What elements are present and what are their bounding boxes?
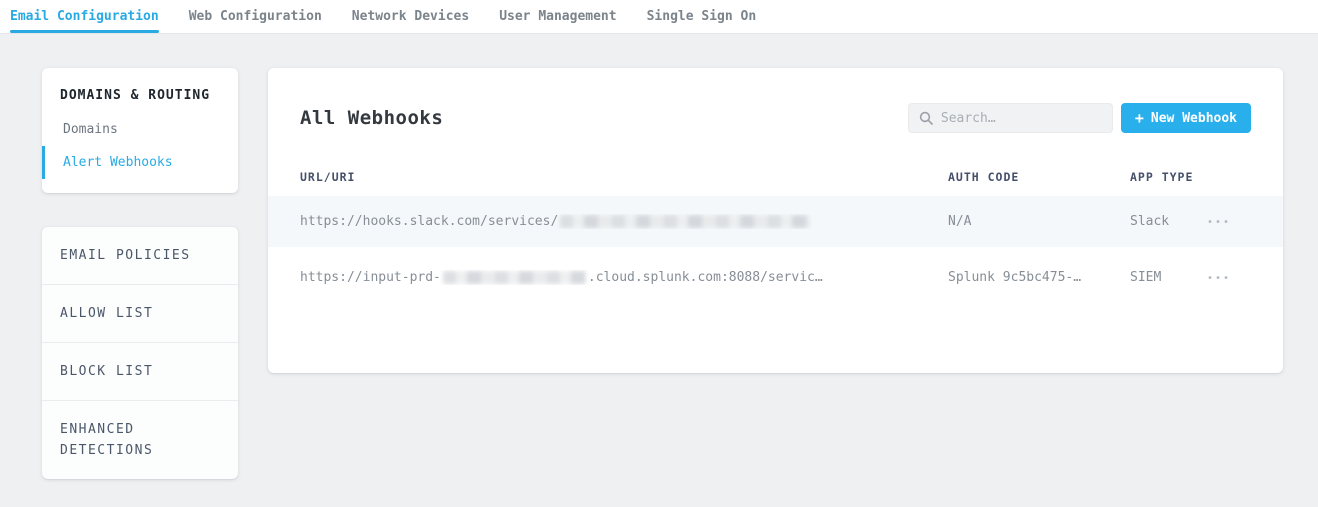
url-cell: https://input-prd- .cloud.splunk.com:808…: [300, 270, 948, 285]
column-header-app-type: APP TYPE: [1130, 170, 1207, 184]
url-prefix: https://hooks.slack.com/services/: [300, 214, 558, 229]
url-cell: https://hooks.slack.com/services/: [300, 214, 948, 229]
sidebar-item-enhanced-detections[interactable]: ENHANCED DETECTIONS: [42, 400, 238, 479]
redacted-url-segment: [443, 271, 586, 284]
webhooks-header: All Webhooks + New Webhook: [268, 103, 1283, 133]
search-box[interactable]: [908, 103, 1113, 133]
sidebar-item-domains[interactable]: Domains: [42, 113, 238, 146]
search-icon: [919, 111, 933, 125]
sidebar-item-alert-webhooks[interactable]: Alert Webhooks: [42, 146, 238, 179]
page-title: All Webhooks: [300, 103, 443, 133]
sidebar-item-allow-list[interactable]: ALLOW LIST: [42, 284, 238, 342]
column-header-auth-code: AUTH CODE: [948, 170, 1130, 184]
sidebar-item-block-list[interactable]: BLOCK LIST: [42, 342, 238, 400]
tab-network-devices[interactable]: Network Devices: [352, 0, 469, 33]
ellipsis-menu-icon[interactable]: •••: [1207, 273, 1231, 284]
row-menu-cell: •••: [1207, 270, 1251, 285]
url-suffix: .cloud.splunk.com:8088/servic…: [588, 270, 823, 285]
new-webhook-label: New Webhook: [1151, 111, 1237, 126]
sidebar-item-label: BLOCK LIST: [60, 364, 153, 379]
top-nav: Email Configuration Web Configuration Ne…: [0, 0, 1318, 34]
tab-label: Web Configuration: [189, 9, 322, 24]
table-row-splunk-webhook[interactable]: https://input-prd- .cloud.splunk.com:808…: [268, 247, 1283, 307]
tab-single-sign-on[interactable]: Single Sign On: [647, 0, 757, 33]
tab-user-management[interactable]: User Management: [499, 0, 616, 33]
domains-routing-card: DOMAINS & ROUTING Domains Alert Webhooks: [42, 68, 238, 193]
sidebar-item-email-policies[interactable]: EMAIL POLICIES: [42, 227, 238, 284]
auth-code-cell: N/A: [948, 214, 1130, 229]
app-type-cell: SIEM: [1130, 270, 1207, 285]
redacted-url-segment: [560, 215, 810, 228]
sidebar-item-label: Alert Webhooks: [63, 155, 173, 170]
tab-email-configuration[interactable]: Email Configuration: [10, 0, 159, 33]
sidebar-item-label: ALLOW LIST: [60, 306, 153, 321]
tab-label: Email Configuration: [10, 9, 159, 24]
auth-code-cell: Splunk 9c5bc475-…: [948, 270, 1130, 285]
page: Email Configuration Web Configuration Ne…: [0, 0, 1318, 507]
sidebar-item-label: ENHANCED DETECTIONS: [60, 422, 153, 458]
webhooks-card: All Webhooks + New Webhook URL/URI A: [268, 68, 1283, 373]
sidebar-item-label: EMAIL POLICIES: [60, 248, 191, 263]
plus-icon: +: [1135, 111, 1144, 126]
new-webhook-button[interactable]: + New Webhook: [1121, 103, 1251, 133]
table-header-row: URL/URI AUTH CODE APP TYPE: [268, 168, 1283, 186]
tab-label: Single Sign On: [647, 9, 757, 24]
table-row-slack-webhook[interactable]: https://hooks.slack.com/services/ N/A Sl…: [268, 196, 1283, 247]
webhooks-table: URL/URI AUTH CODE APP TYPE https://hooks…: [268, 168, 1283, 307]
column-header-url-uri: URL/URI: [300, 170, 948, 184]
row-menu-cell: •••: [1207, 214, 1251, 229]
ellipsis-menu-icon[interactable]: •••: [1207, 217, 1231, 228]
domains-routing-title: DOMAINS & ROUTING: [42, 84, 238, 113]
tab-label: Network Devices: [352, 9, 469, 24]
app-type-cell: Slack: [1130, 214, 1207, 229]
search-input[interactable]: [941, 111, 1102, 126]
sidebar-item-label: Domains: [63, 122, 118, 137]
tab-web-configuration[interactable]: Web Configuration: [189, 0, 322, 33]
tab-label: User Management: [499, 9, 616, 24]
header-actions: + New Webhook: [908, 103, 1251, 133]
url-prefix: https://input-prd-: [300, 270, 441, 285]
sidebar-sections-card: EMAIL POLICIES ALLOW LIST BLOCK LIST ENH…: [42, 227, 238, 479]
